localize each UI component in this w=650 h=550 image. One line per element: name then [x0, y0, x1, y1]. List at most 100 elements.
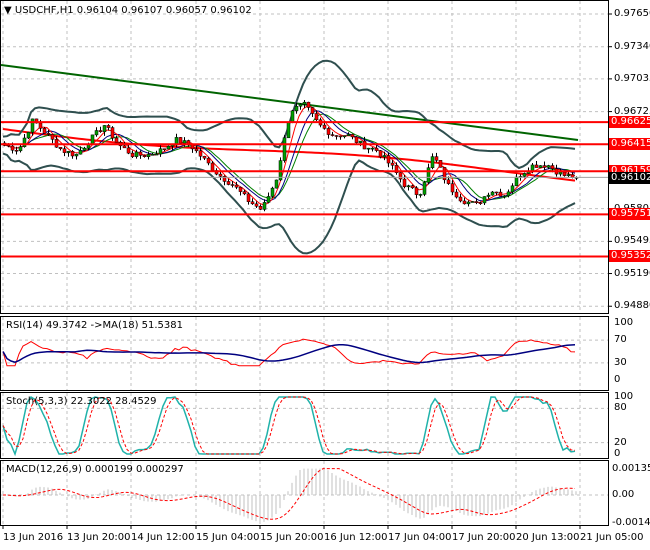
- candle-body: [182, 140, 187, 144]
- candle-body: [38, 122, 43, 129]
- candle-body: [202, 155, 207, 159]
- price-tick-label: 0.97650: [614, 8, 650, 19]
- macd-label: MACD(12,26,9) 0.000199 0.000297: [6, 464, 184, 475]
- candle-body: [390, 162, 395, 166]
- triangle-down-icon[interactable]: ▼: [4, 5, 12, 16]
- candle-body: [70, 151, 75, 157]
- candle-body: [330, 134, 335, 136]
- candle-body: [126, 147, 131, 154]
- macd-tick-label: 0.00: [612, 489, 635, 500]
- candle-body: [514, 176, 519, 187]
- level-price-label: 0.96625: [609, 116, 650, 129]
- candle-body: [138, 151, 143, 156]
- candle-body: [210, 162, 215, 171]
- time-label: 17 Jun 04:00: [388, 532, 452, 543]
- rsi-label: RSI(14) 49.3742 ->MA(18) 51.5381: [6, 320, 183, 331]
- price-tick-label: 0.95495: [614, 235, 650, 247]
- candle-body: [258, 206, 263, 210]
- candle-body: [322, 124, 327, 129]
- stoch-tick-label: 80: [614, 402, 627, 414]
- candle-body: [374, 147, 379, 151]
- candle-body: [422, 182, 427, 195]
- candle-body: [418, 194, 423, 196]
- candle-body: [178, 137, 183, 144]
- candle-body: [50, 134, 55, 140]
- candle-body: [550, 165, 555, 169]
- candle-body: [342, 135, 347, 138]
- candle-body: [90, 134, 95, 145]
- time-label: 20 Jun 13:00: [516, 532, 580, 543]
- candle-body: [226, 181, 231, 185]
- macd-tick-label: 0.001351: [612, 462, 650, 474]
- level-price-label: 0.96415: [609, 138, 650, 151]
- candle-body: [254, 203, 259, 207]
- time-label: 17 Jun 20:00: [452, 532, 516, 543]
- candle-body: [350, 134, 355, 138]
- candle-body: [474, 201, 479, 203]
- candle-body: [218, 173, 223, 177]
- candle-body: [62, 148, 67, 153]
- candle-body: [274, 179, 279, 189]
- candle-body: [82, 147, 87, 151]
- candle-body: [286, 121, 291, 139]
- candle-body: [482, 196, 487, 204]
- candle-body: [238, 186, 243, 192]
- candle-body: [502, 195, 507, 198]
- candle-body: [458, 196, 463, 202]
- candle-body: [122, 145, 127, 149]
- candle-body: [386, 155, 391, 164]
- candle-body: [42, 128, 47, 134]
- candle-body: [234, 184, 239, 188]
- candle-body: [310, 107, 315, 114]
- stoch-label: Stoch(5,3,3) 22.3022 28.4529: [6, 396, 157, 407]
- candle-body: [466, 201, 471, 205]
- candle-body: [442, 167, 447, 181]
- candle-body: [370, 147, 375, 150]
- candle-body: [146, 154, 151, 157]
- stoch-tick-label: 0: [614, 448, 621, 459]
- candle-body: [294, 105, 299, 112]
- candle-body: [154, 153, 159, 156]
- candle-body: [230, 184, 235, 186]
- candle-body: [478, 202, 483, 204]
- time-label: 13 Jun 20:00: [67, 532, 131, 543]
- candle-body: [94, 130, 99, 136]
- candle-body: [134, 151, 139, 157]
- candle-body: [98, 130, 103, 132]
- candle-body: [290, 110, 295, 123]
- candle-body: [170, 144, 175, 147]
- symbol-label: USDCHF,H1: [14, 5, 74, 16]
- time-label: 15 Jun 04:00: [196, 532, 260, 543]
- time-label: 21 Jun 05:00: [580, 532, 644, 543]
- ohlc-values: 0.96104 0.96107 0.96057 0.96102: [76, 5, 252, 16]
- rsi-tick-label: 100: [614, 317, 634, 328]
- candle-body: [262, 202, 267, 210]
- candle-body: [454, 191, 459, 198]
- candle-body: [110, 127, 115, 139]
- level-price-label: 0.95751: [609, 208, 650, 221]
- price-tick-label: 0.97035: [614, 72, 650, 84]
- candle-body: [78, 150, 83, 155]
- candle-body: [266, 196, 271, 203]
- candle-body: [462, 200, 467, 205]
- candle-body: [486, 194, 491, 197]
- candle-body: [246, 193, 251, 202]
- time-label: 14 Jun 12:00: [131, 532, 195, 543]
- candle-body: [414, 187, 419, 195]
- candle-body: [382, 155, 387, 158]
- candle-body: [306, 101, 311, 108]
- candle-body: [314, 113, 319, 121]
- rsi-tick-label: 30: [614, 356, 627, 368]
- time-label: 15 Jun 20:00: [260, 532, 324, 543]
- candle-body: [426, 167, 431, 183]
- candle-body: [158, 148, 163, 155]
- candle-body: [242, 191, 247, 195]
- candle-body: [490, 191, 495, 196]
- candle-body: [54, 139, 59, 148]
- panel-frame-0: [0, 0, 609, 314]
- candle-body: [506, 191, 511, 197]
- candle-body: [470, 201, 475, 203]
- candle-body: [58, 146, 63, 149]
- candle-body: [346, 134, 351, 136]
- candle-body: [166, 145, 171, 150]
